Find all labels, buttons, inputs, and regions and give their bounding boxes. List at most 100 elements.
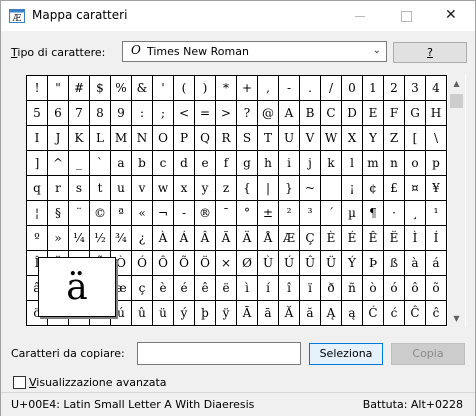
char-cell[interactable]: D: [342, 101, 363, 126]
char-cell[interactable]: ¹: [426, 201, 447, 226]
char-cell[interactable]: Ú: [279, 251, 300, 276]
char-cell[interactable]: >: [216, 101, 237, 126]
char-cell[interactable]: [321, 176, 342, 201]
char-cell[interactable]: M: [111, 126, 132, 151]
char-cell[interactable]: »: [48, 226, 69, 251]
char-cell[interactable]: J: [48, 126, 69, 151]
char-cell[interactable]: w: [153, 176, 174, 201]
char-cell[interactable]: ë: [216, 276, 237, 301]
char-cell[interactable]: _: [69, 151, 90, 176]
char-cell[interactable]: X: [342, 126, 363, 151]
char-cell[interactable]: Y: [363, 126, 384, 151]
char-cell[interactable]: O: [153, 126, 174, 151]
char-cell[interactable]: Ă: [279, 301, 300, 326]
char-cell[interactable]: -: [174, 201, 195, 226]
select-button[interactable]: Seleziona: [309, 343, 383, 365]
char-cell[interactable]: «: [132, 201, 153, 226]
minimize-button[interactable]: [337, 1, 383, 31]
char-cell[interactable]: º: [27, 226, 48, 251]
copy-button[interactable]: Copia: [391, 343, 465, 365]
char-cell[interactable]: H: [426, 101, 447, 126]
char-cell[interactable]: -: [279, 76, 300, 101]
char-cell[interactable]: ©: [90, 201, 111, 226]
char-cell[interactable]: Á: [174, 226, 195, 251]
char-cell[interactable]: i: [279, 151, 300, 176]
char-cell[interactable]: c: [153, 151, 174, 176]
char-cell[interactable]: .: [300, 76, 321, 101]
char-cell[interactable]: ¨: [69, 201, 90, 226]
help-button[interactable]: ?: [393, 42, 467, 63]
char-cell[interactable]: $: [90, 76, 111, 101]
char-cell[interactable]: ¢: [363, 176, 384, 201]
char-cell[interactable]: Ø: [237, 251, 258, 276]
char-cell[interactable]: ï: [300, 276, 321, 301]
char-cell[interactable]: !: [27, 76, 48, 101]
char-cell[interactable]: °: [237, 201, 258, 226]
char-cell[interactable]: 9: [111, 101, 132, 126]
char-cell[interactable]: ¯: [216, 201, 237, 226]
char-cell[interactable]: C: [321, 101, 342, 126]
font-dropdown[interactable]: O Times New Roman ⌄: [122, 41, 387, 62]
char-cell[interactable]: +: [237, 76, 258, 101]
char-cell[interactable]: ç: [132, 276, 153, 301]
char-cell[interactable]: 4: [426, 76, 447, 101]
char-cell[interactable]: í: [258, 276, 279, 301]
char-cell[interactable]: |: [258, 176, 279, 201]
char-cell[interactable]: `: [90, 151, 111, 176]
scroll-up-arrow-icon[interactable]: ▲: [448, 75, 465, 92]
char-cell[interactable]: ¡: [342, 176, 363, 201]
char-cell[interactable]: 6: [48, 101, 69, 126]
char-cell[interactable]: ®: [195, 201, 216, 226]
char-cell[interactable]: k: [321, 151, 342, 176]
char-cell[interactable]: ÿ: [216, 301, 237, 326]
char-cell[interactable]: ¦: [27, 201, 48, 226]
char-cell[interactable]: r: [48, 176, 69, 201]
char-cell[interactable]: d: [174, 151, 195, 176]
char-cell[interactable]: Ê: [363, 226, 384, 251]
char-cell[interactable]: Ë: [384, 226, 405, 251]
char-cell[interactable]: S: [237, 126, 258, 151]
char-cell[interactable]: F: [384, 101, 405, 126]
chevron-down-icon[interactable]: ⌄: [373, 45, 381, 56]
char-cell[interactable]: 0: [342, 76, 363, 101]
grid-scrollbar[interactable]: ▲ ▼: [448, 75, 465, 327]
char-cell[interactable]: 1: [363, 76, 384, 101]
char-cell[interactable]: #: [69, 76, 90, 101]
char-cell[interactable]: ô: [405, 276, 426, 301]
char-cell[interactable]: Ü: [321, 251, 342, 276]
char-cell[interactable]: ½: [90, 226, 111, 251]
char-cell[interactable]: *: [216, 76, 237, 101]
scrollbar-thumb[interactable]: [450, 94, 463, 108]
maximize-button[interactable]: [383, 1, 429, 31]
char-cell[interactable]: ·: [384, 201, 405, 226]
char-cell[interactable]: N: [132, 126, 153, 151]
copy-input[interactable]: [137, 342, 301, 365]
char-cell[interactable]: ü: [153, 301, 174, 326]
char-cell[interactable]: (: [174, 76, 195, 101]
char-cell[interactable]: ć: [384, 301, 405, 326]
char-cell[interactable]: È: [321, 226, 342, 251]
char-cell[interactable]: Ã: [216, 226, 237, 251]
char-cell[interactable]: T: [258, 126, 279, 151]
scroll-down-arrow-icon[interactable]: ▼: [448, 310, 465, 327]
char-cell[interactable]: m: [363, 151, 384, 176]
char-cell[interactable]: Z: [384, 126, 405, 151]
char-cell[interactable]: a: [111, 151, 132, 176]
char-cell[interactable]: ¶: [363, 201, 384, 226]
char-cell[interactable]: ~: [300, 176, 321, 201]
char-cell[interactable]: t: [90, 176, 111, 201]
char-cell[interactable]: U: [279, 126, 300, 151]
char-cell[interactable]: &: [132, 76, 153, 101]
char-cell[interactable]: G: [405, 101, 426, 126]
char-cell[interactable]: ê: [195, 276, 216, 301]
char-cell[interactable]: Ì: [405, 226, 426, 251]
char-cell[interactable]: A: [279, 101, 300, 126]
char-cell[interactable]: è: [153, 276, 174, 301]
char-cell[interactable]: q: [27, 176, 48, 201]
char-cell[interactable]: n: [384, 151, 405, 176]
char-cell[interactable]: B: [300, 101, 321, 126]
advanced-view-label[interactable]: Visualizzazione avanzata: [29, 376, 167, 389]
char-cell[interactable]: ³: [300, 201, 321, 226]
char-cell[interactable]: 7: [69, 101, 90, 126]
char-cell[interactable]: ": [48, 76, 69, 101]
